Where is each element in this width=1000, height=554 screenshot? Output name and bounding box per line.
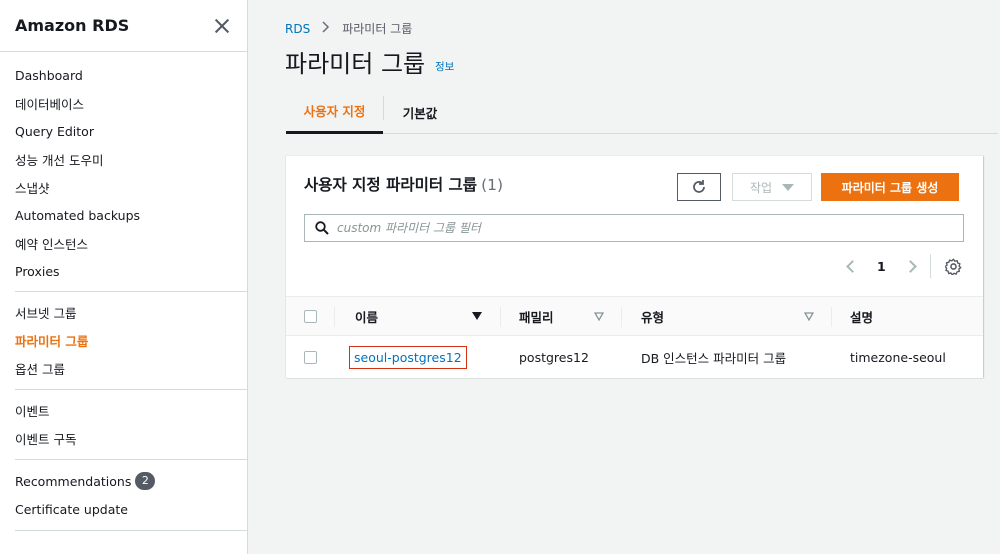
parameter-group-name-link[interactable]: seoul-postgres12	[349, 345, 467, 369]
row-select-cell	[304, 336, 317, 378]
select-all-cell	[304, 297, 317, 335]
sidebar-item-performance-insights[interactable]: 성능 개선 도우미	[15, 145, 247, 173]
page-title: 파라미터 그룹	[285, 50, 426, 78]
sidebar-header: Amazon RDS	[0, 0, 247, 52]
sort-cell	[594, 297, 604, 335]
column-divider	[500, 307, 501, 327]
sidebar-group-config: 서브넷 그룹 파라미터 그룹 옵션 그룹	[0, 298, 247, 382]
table-row: seoul-postgres12 postgres12 DB 인스턴스 파라미터…	[286, 336, 983, 378]
search-box	[304, 214, 964, 242]
breadcrumb: RDS 파라미터 그룹	[285, 20, 412, 37]
close-icon[interactable]	[213, 17, 231, 35]
sidebar-item-certificate-update[interactable]: Certificate update	[15, 495, 247, 523]
sidebar-item-recommendations[interactable]: Recommendations 2	[15, 467, 247, 495]
column-divider	[621, 307, 622, 327]
breadcrumb-current: 파라미터 그룹	[342, 22, 413, 36]
sidebar-item-query-editor[interactable]: Query Editor	[15, 117, 247, 145]
sidebar-title: Amazon RDS	[15, 16, 130, 35]
tab-custom[interactable]: 사용자 지정	[286, 90, 383, 134]
column-header-type[interactable]: 유형	[641, 297, 664, 335]
sort-icon[interactable]	[594, 311, 604, 321]
sidebar-item-proxies[interactable]: Proxies	[15, 257, 247, 285]
column-header-name[interactable]: 이름	[355, 297, 378, 335]
sidebar-item-subnet-groups[interactable]: 서브넷 그룹	[15, 298, 247, 326]
pagination: 1	[846, 254, 962, 278]
page-number[interactable]: 1	[877, 259, 886, 274]
breadcrumb-rds[interactable]: RDS	[285, 22, 310, 36]
sidebar-item-label: Recommendations	[15, 473, 132, 489]
recommendations-badge: 2	[135, 472, 156, 490]
cell-type: DB 인스턴스 파라미터 그룹	[641, 350, 787, 366]
create-parameter-group-button[interactable]: 파라미터 그룹 생성	[821, 173, 959, 201]
column-header-description[interactable]: 설명	[850, 297, 873, 335]
sidebar: Amazon RDS Dashboard 데이터베이스 Query Editor…	[0, 0, 248, 554]
info-link[interactable]: 정보	[435, 59, 454, 74]
panel-title: 사용자 지정 파라미터 그룹 (1)	[304, 173, 503, 195]
sidebar-item-databases[interactable]: 데이터베이스	[15, 89, 247, 117]
sort-descending-icon[interactable]	[472, 312, 482, 320]
sidebar-item-snapshots[interactable]: 스냅샷	[15, 173, 247, 201]
refresh-icon	[693, 180, 705, 193]
cell-family: postgres12	[519, 349, 589, 365]
column-header-family[interactable]: 패밀리	[519, 297, 554, 335]
sidebar-item-parameter-groups[interactable]: 파라미터 그룹	[15, 326, 247, 354]
actions-button-label: 작업	[749, 180, 773, 195]
sort-cell	[472, 297, 482, 335]
actions-button[interactable]: 작업	[732, 173, 812, 201]
tab-default[interactable]: 기본값	[384, 90, 456, 134]
sidebar-divider	[15, 530, 247, 531]
chevron-left-icon[interactable]	[846, 259, 859, 273]
parameter-groups-panel: 사용자 지정 파라미터 그룹(1) 작업 파라미터 그룹 생성 1	[286, 155, 983, 378]
cell-name: seoul-postgres12	[349, 336, 467, 378]
sort-cell	[804, 297, 814, 335]
cell-description: timezone-seoul	[850, 349, 946, 365]
column-divider	[334, 307, 335, 327]
search-icon	[315, 221, 329, 235]
sidebar-item-events[interactable]: 이벤트	[15, 396, 247, 424]
refresh-button[interactable]	[677, 173, 721, 201]
tabs: 사용자 지정 기본값	[286, 90, 998, 134]
sidebar-item-automated-backups[interactable]: Automated backups	[15, 201, 247, 229]
sidebar-item-reserved-instances[interactable]: 예약 인스턴스	[15, 229, 247, 257]
panel-title-text: 사용자 지정 파라미터 그룹	[304, 176, 478, 194]
table-header: 이름 패밀리 유형 설명	[286, 296, 983, 336]
panel-count: (1)	[481, 176, 504, 194]
sidebar-group-events: 이벤트 이벤트 구독	[0, 396, 247, 452]
gear-icon[interactable]	[944, 258, 962, 275]
main-content: RDS 파라미터 그룹 파라미터 그룹 정보 사용자 지정 기본값 사용자 지정…	[248, 0, 1000, 554]
chevron-right-icon[interactable]	[903, 259, 917, 273]
sidebar-item-dashboard[interactable]: Dashboard	[15, 61, 247, 89]
sidebar-group-main: Dashboard 데이터베이스 Query Editor 성능 개선 도우미 …	[0, 61, 247, 285]
chevron-right-icon	[322, 21, 330, 36]
search-input[interactable]	[337, 221, 937, 235]
select-all-checkbox[interactable]	[304, 309, 317, 323]
sidebar-group-recommendations: Recommendations 2 Certificate update	[0, 467, 247, 523]
column-divider	[831, 307, 832, 327]
pager-divider	[929, 254, 931, 278]
caret-down-icon	[782, 183, 795, 191]
sidebar-item-event-subscriptions[interactable]: 이벤트 구독	[15, 424, 247, 452]
sort-icon[interactable]	[804, 311, 814, 321]
row-checkbox[interactable]	[304, 350, 317, 364]
sidebar-item-option-groups[interactable]: 옵션 그룹	[15, 354, 247, 382]
